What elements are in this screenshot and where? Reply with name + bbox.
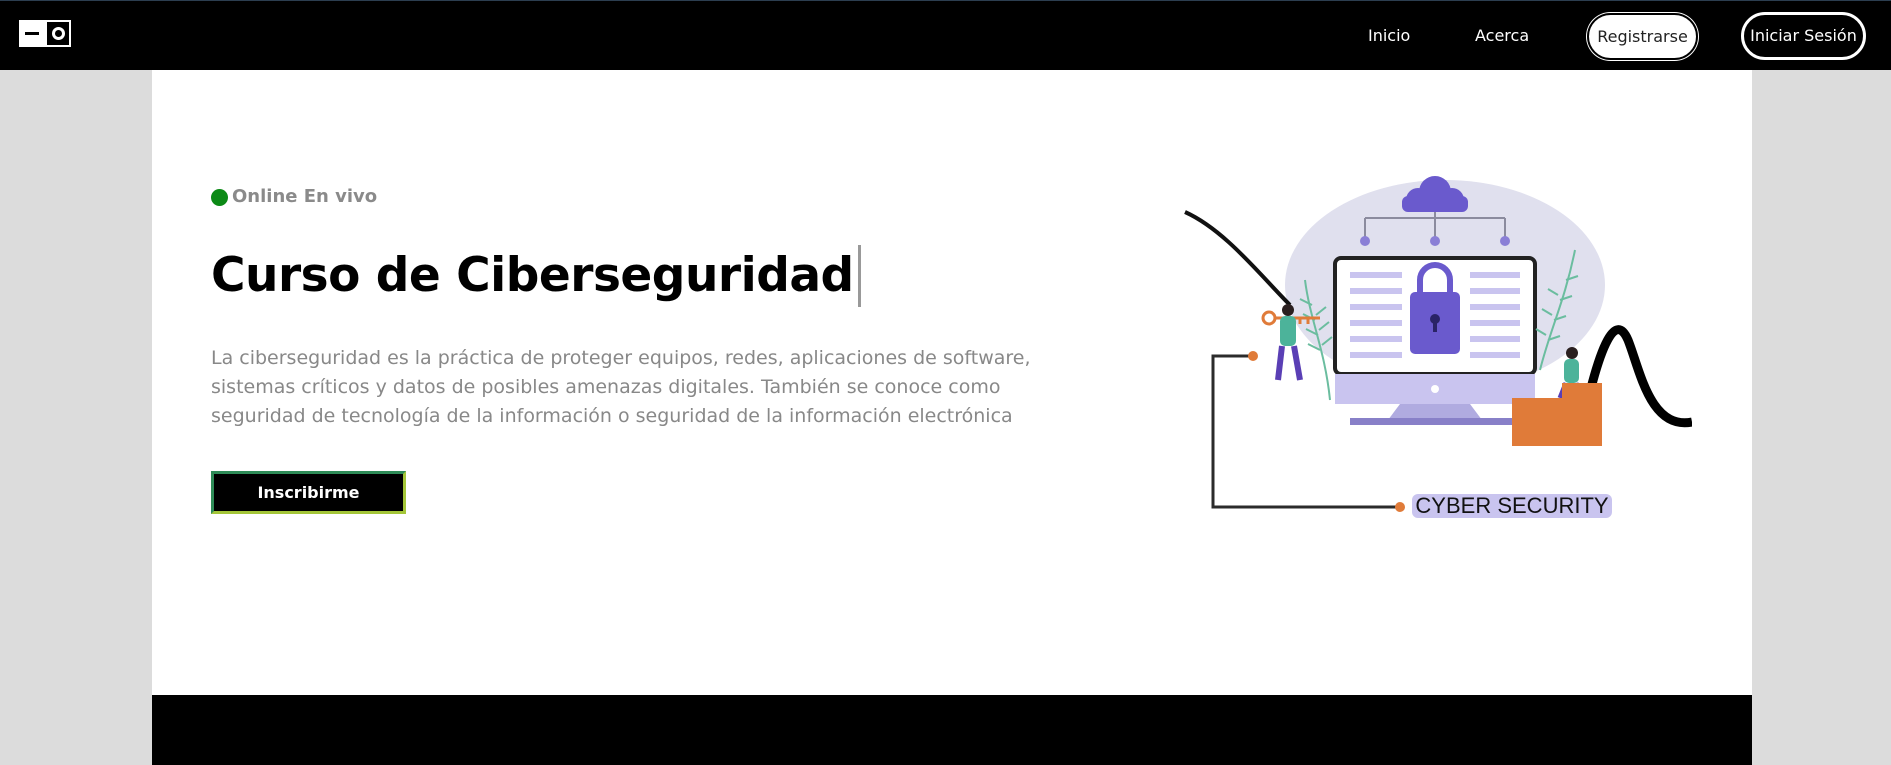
- nav-link-acerca[interactable]: Acerca: [1475, 25, 1529, 47]
- register-button[interactable]: Registrarse: [1587, 13, 1698, 60]
- live-status-label: Online En vivo: [232, 186, 378, 207]
- top-navbar: Inicio Acerca Registrarse Iniciar Sesión: [0, 0, 1891, 70]
- live-status-dot-icon: [211, 189, 228, 206]
- enroll-button[interactable]: Inscribirme: [211, 471, 406, 514]
- nav-link-inicio[interactable]: Inicio: [1368, 25, 1410, 47]
- course-description: La ciberseguridad es la práctica de prot…: [211, 347, 1031, 427]
- login-button[interactable]: Iniciar Sesión: [1741, 12, 1866, 60]
- logo-ring-box: [45, 20, 71, 47]
- footer-band: [152, 695, 1752, 765]
- cyber-security-illustration: CYBER SECURITY: [1184, 176, 1692, 518]
- logo-icon[interactable]: [19, 20, 71, 47]
- page-title: Curso de Ciberseguridad: [211, 245, 861, 307]
- logo-dash-box: [19, 20, 45, 47]
- illustration-caption: CYBER SECURITY: [1415, 493, 1608, 518]
